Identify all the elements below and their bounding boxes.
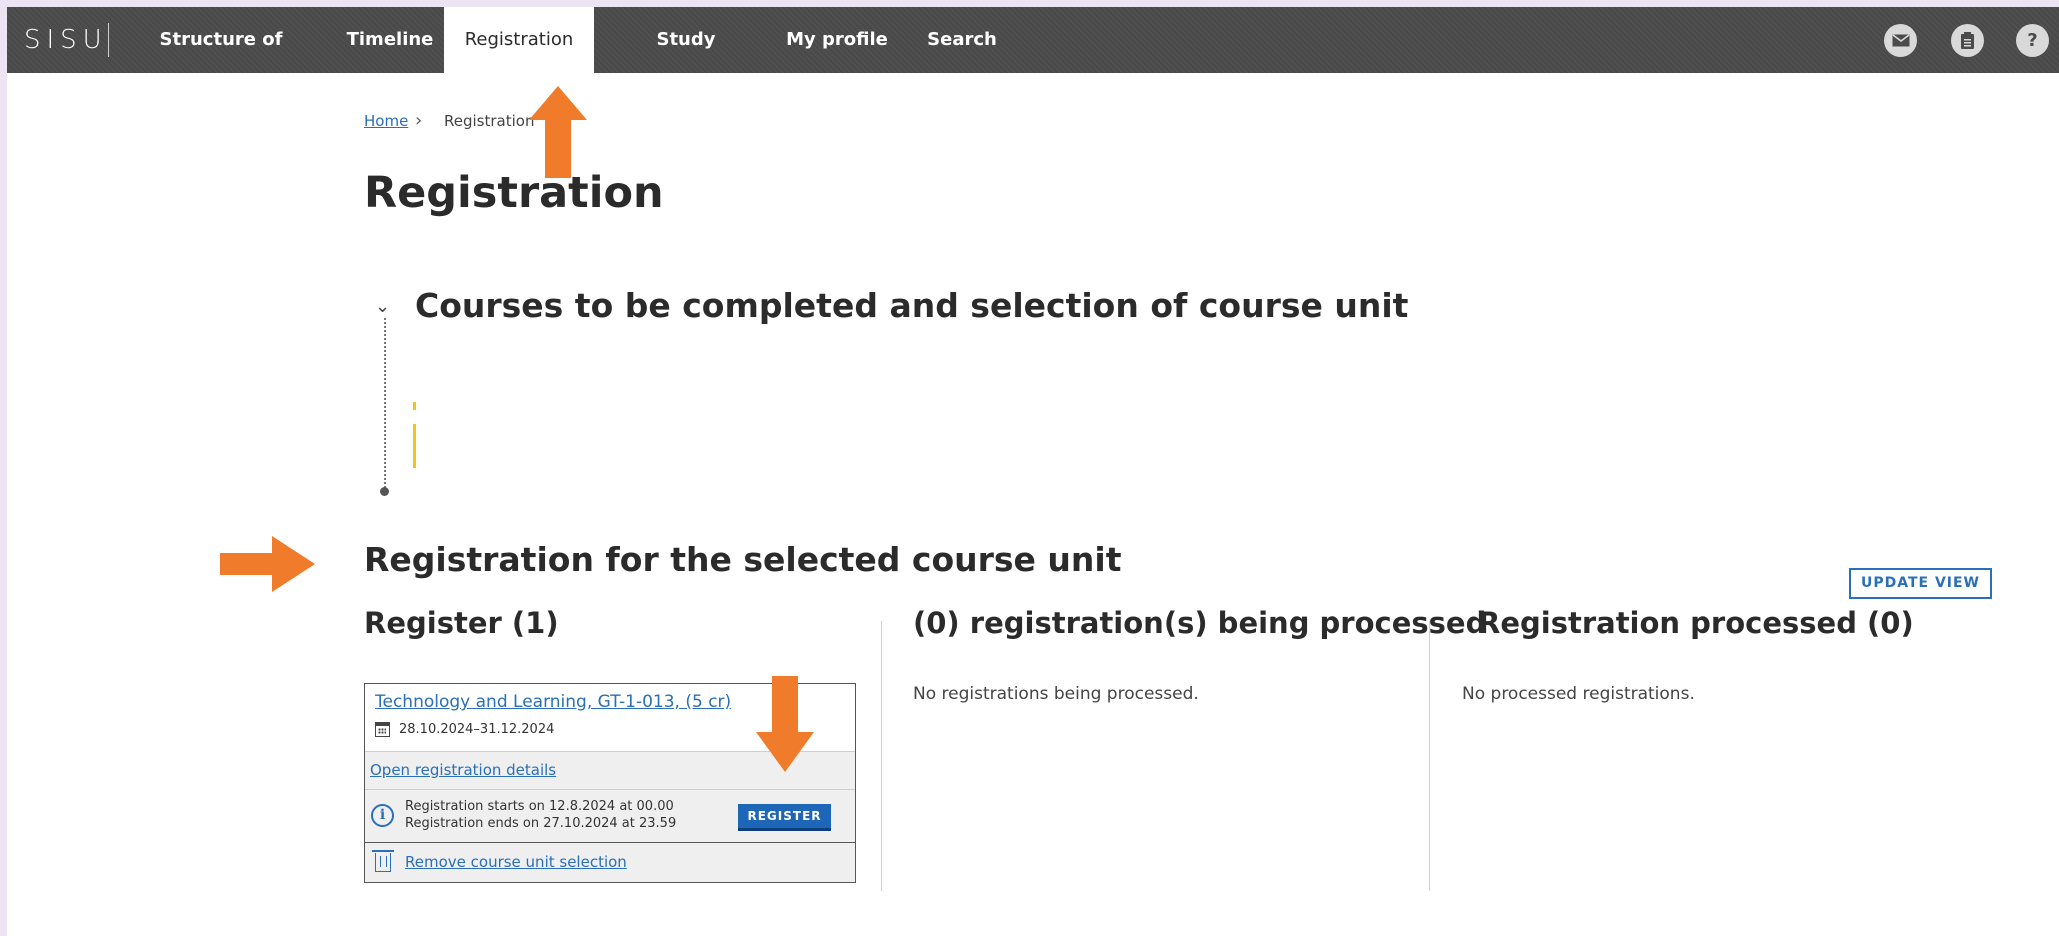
column-divider: [1429, 621, 1430, 891]
sisu-logo[interactable]: SISU: [24, 25, 108, 55]
register-button[interactable]: REGISTER: [738, 804, 831, 828]
breadcrumb-current: Registration: [444, 112, 535, 130]
mail-icon[interactable]: [1884, 24, 1917, 57]
nav-timeline[interactable]: Timeline: [335, 7, 445, 73]
breadcrumb-home-link[interactable]: Home: [364, 112, 408, 130]
notes-icon[interactable]: [1951, 24, 1984, 57]
processed-empty-text: No processed registrations.: [1462, 684, 1695, 704]
course-dates: 28.10.2024–31.12.2024: [399, 722, 555, 737]
processed-column-title: Registration processed (0): [1478, 606, 1914, 640]
courses-section-title: Courses to be completed and selection of…: [415, 286, 1409, 325]
info-icon: i: [371, 804, 394, 827]
column-divider: [881, 621, 882, 891]
update-view-button[interactable]: UPDATE VIEW: [1849, 568, 1992, 599]
course-selection-indicator: [413, 424, 416, 468]
nav-structure-of-studies[interactable]: Structure of studies: [121, 7, 321, 116]
collapse-chevron-icon[interactable]: ⌄: [375, 296, 390, 317]
nav-study-calendar[interactable]: Study calendar: [611, 7, 761, 116]
remove-selection-row: Remove course unit selection: [365, 843, 855, 882]
remove-course-unit-link[interactable]: Remove course unit selection: [405, 853, 627, 871]
processing-column-title: (0) registration(s) being processed: [913, 606, 1487, 640]
registration-end-text: Registration ends on 27.10.2024 at 23.59: [405, 816, 677, 831]
calendar-icon: [375, 722, 390, 737]
course-title-link[interactable]: Technology and Learning, GT-1-013, (5 cr…: [375, 692, 731, 712]
timeline-end-dot: [380, 487, 389, 496]
registration-start-text: Registration starts on 12.8.2024 at 00.0…: [405, 799, 674, 814]
nav-my-profile[interactable]: My profile: [777, 7, 897, 73]
register-column-title: Register (1): [364, 606, 559, 640]
processing-empty-text: No registrations being processed.: [913, 684, 1199, 704]
registration-info-row: i Registration starts on 12.8.2024 at 00…: [365, 789, 855, 843]
window-edge-top: [0, 0, 2059, 7]
arrow-down-icon: [756, 676, 814, 772]
course-marker: [413, 402, 416, 410]
page-title: Registration: [364, 168, 664, 218]
arrow-right-icon: [220, 536, 315, 592]
logo-divider: [108, 23, 109, 57]
registration-section-title: Registration for the selected course uni…: [364, 540, 1122, 579]
open-registration-details-link[interactable]: Open registration details: [370, 761, 556, 779]
trash-icon[interactable]: [372, 850, 394, 872]
nav-search[interactable]: Search: [912, 7, 1012, 73]
arrow-up-icon: [529, 86, 587, 178]
breadcrumb-chevron-icon: ›: [415, 110, 423, 131]
top-navigation: SISU Structure of studies Timeline Regis…: [7, 7, 2059, 116]
timeline-dotted-line: [384, 318, 386, 488]
help-icon[interactable]: ?: [2016, 24, 2049, 57]
nav-registration[interactable]: Registration: [444, 7, 594, 73]
window-edge: [0, 0, 7, 936]
